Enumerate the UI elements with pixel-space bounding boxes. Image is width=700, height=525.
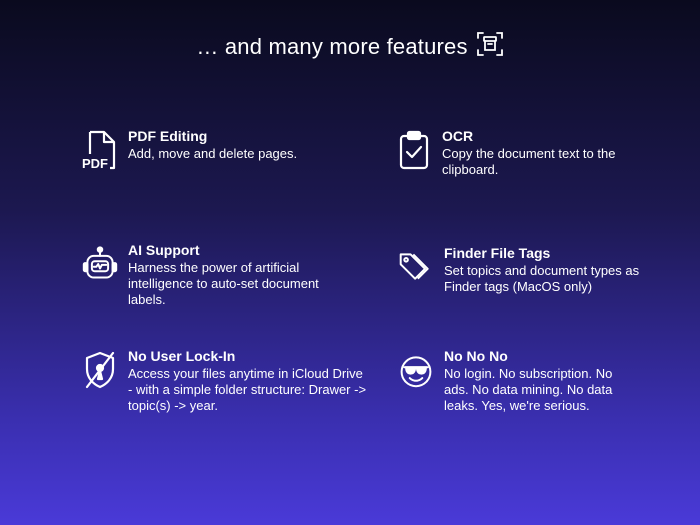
pdf-document-icon: PDF [82, 130, 118, 171]
feature-description: Access your files anytime in iCloud Driv… [128, 366, 367, 413]
feature-pdf-editing: PDF PDF Editing Add, move and delete pag… [82, 128, 358, 171]
feature-title: No User Lock-In [128, 348, 236, 364]
feature-ai-support: AI Support Harness the power of artifici… [82, 242, 338, 308]
feature-ocr: OCR Copy the document text to the clipbo… [396, 128, 672, 178]
tags-icon [398, 247, 434, 287]
feature-description: Add, move and delete pages. [128, 146, 298, 161]
feature-no-user-lock-in: No User Lock-In Access your files anytim… [82, 348, 368, 414]
robot-icon [82, 244, 118, 284]
feature-description: No login. No subscription. No ads. No da… [444, 366, 613, 413]
feature-title: Finder File Tags [444, 245, 551, 261]
page-title: … and many more features [196, 34, 468, 59]
archive-scan-icon [476, 30, 504, 64]
feature-title: PDF Editing [128, 128, 208, 144]
header: … and many more features [0, 30, 700, 64]
pdf-icon-label: PDF [82, 156, 108, 170]
feature-title: OCR [442, 128, 474, 144]
feature-finder-file-tags: Finder File Tags Set topics and document… [398, 245, 674, 295]
feature-title: AI Support [128, 242, 200, 258]
feature-description: Set topics and document types as Finder … [444, 263, 640, 294]
feature-title: No No No [444, 348, 508, 364]
feature-no-no-no: No No No No login. No subscription. No a… [398, 348, 634, 414]
shield-slash-icon [82, 350, 118, 390]
feature-description: Harness the power of artificial intellig… [128, 260, 319, 307]
sunglasses-face-icon [398, 350, 434, 390]
clipboard-check-icon [396, 130, 432, 170]
feature-description: Copy the document text to the clipboard. [442, 146, 616, 177]
